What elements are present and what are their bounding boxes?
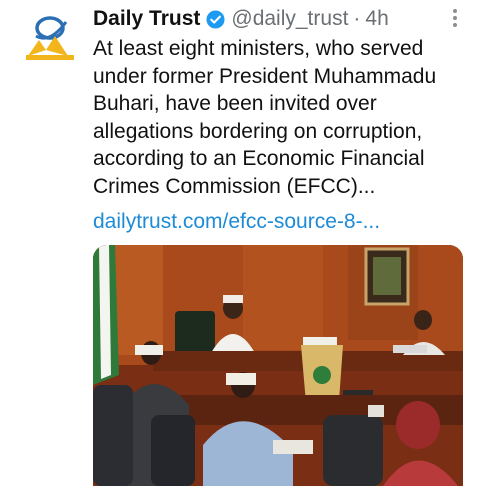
author-name[interactable]: Daily Trust <box>93 6 200 32</box>
tweet-text: At least eight ministers, who served und… <box>93 35 463 200</box>
tweet[interactable]: Daily Trust @daily_trust · 4h At least e… <box>0 0 480 486</box>
tweet-text-line: according to an Economic Financial <box>93 147 425 170</box>
timestamp[interactable]: 4h <box>365 6 388 32</box>
verified-badge-icon <box>206 9 225 29</box>
tweet-header: Daily Trust @daily_trust · 4h <box>93 6 464 32</box>
more-options-icon[interactable] <box>452 8 458 28</box>
article-link[interactable]: dailytrust.com/efcc-source-8-... <box>93 208 380 236</box>
tweet-media-photo[interactable] <box>93 245 463 486</box>
tweet-text-line: under former President Muhammadu <box>93 64 437 88</box>
daily-trust-logo-avatar[interactable] <box>22 14 78 64</box>
tweet-text-line: Buhari, have been invited over <box>93 92 377 115</box>
tweet-text-line: Crimes Commission (EFCC)... <box>93 174 376 198</box>
author-handle[interactable]: @daily_trust <box>231 6 348 32</box>
tweet-text-line: At least eight ministers, who served <box>93 37 424 60</box>
separator-dot: · <box>353 7 361 30</box>
tweet-text-line: allegations bordering on corruption, <box>93 119 423 143</box>
